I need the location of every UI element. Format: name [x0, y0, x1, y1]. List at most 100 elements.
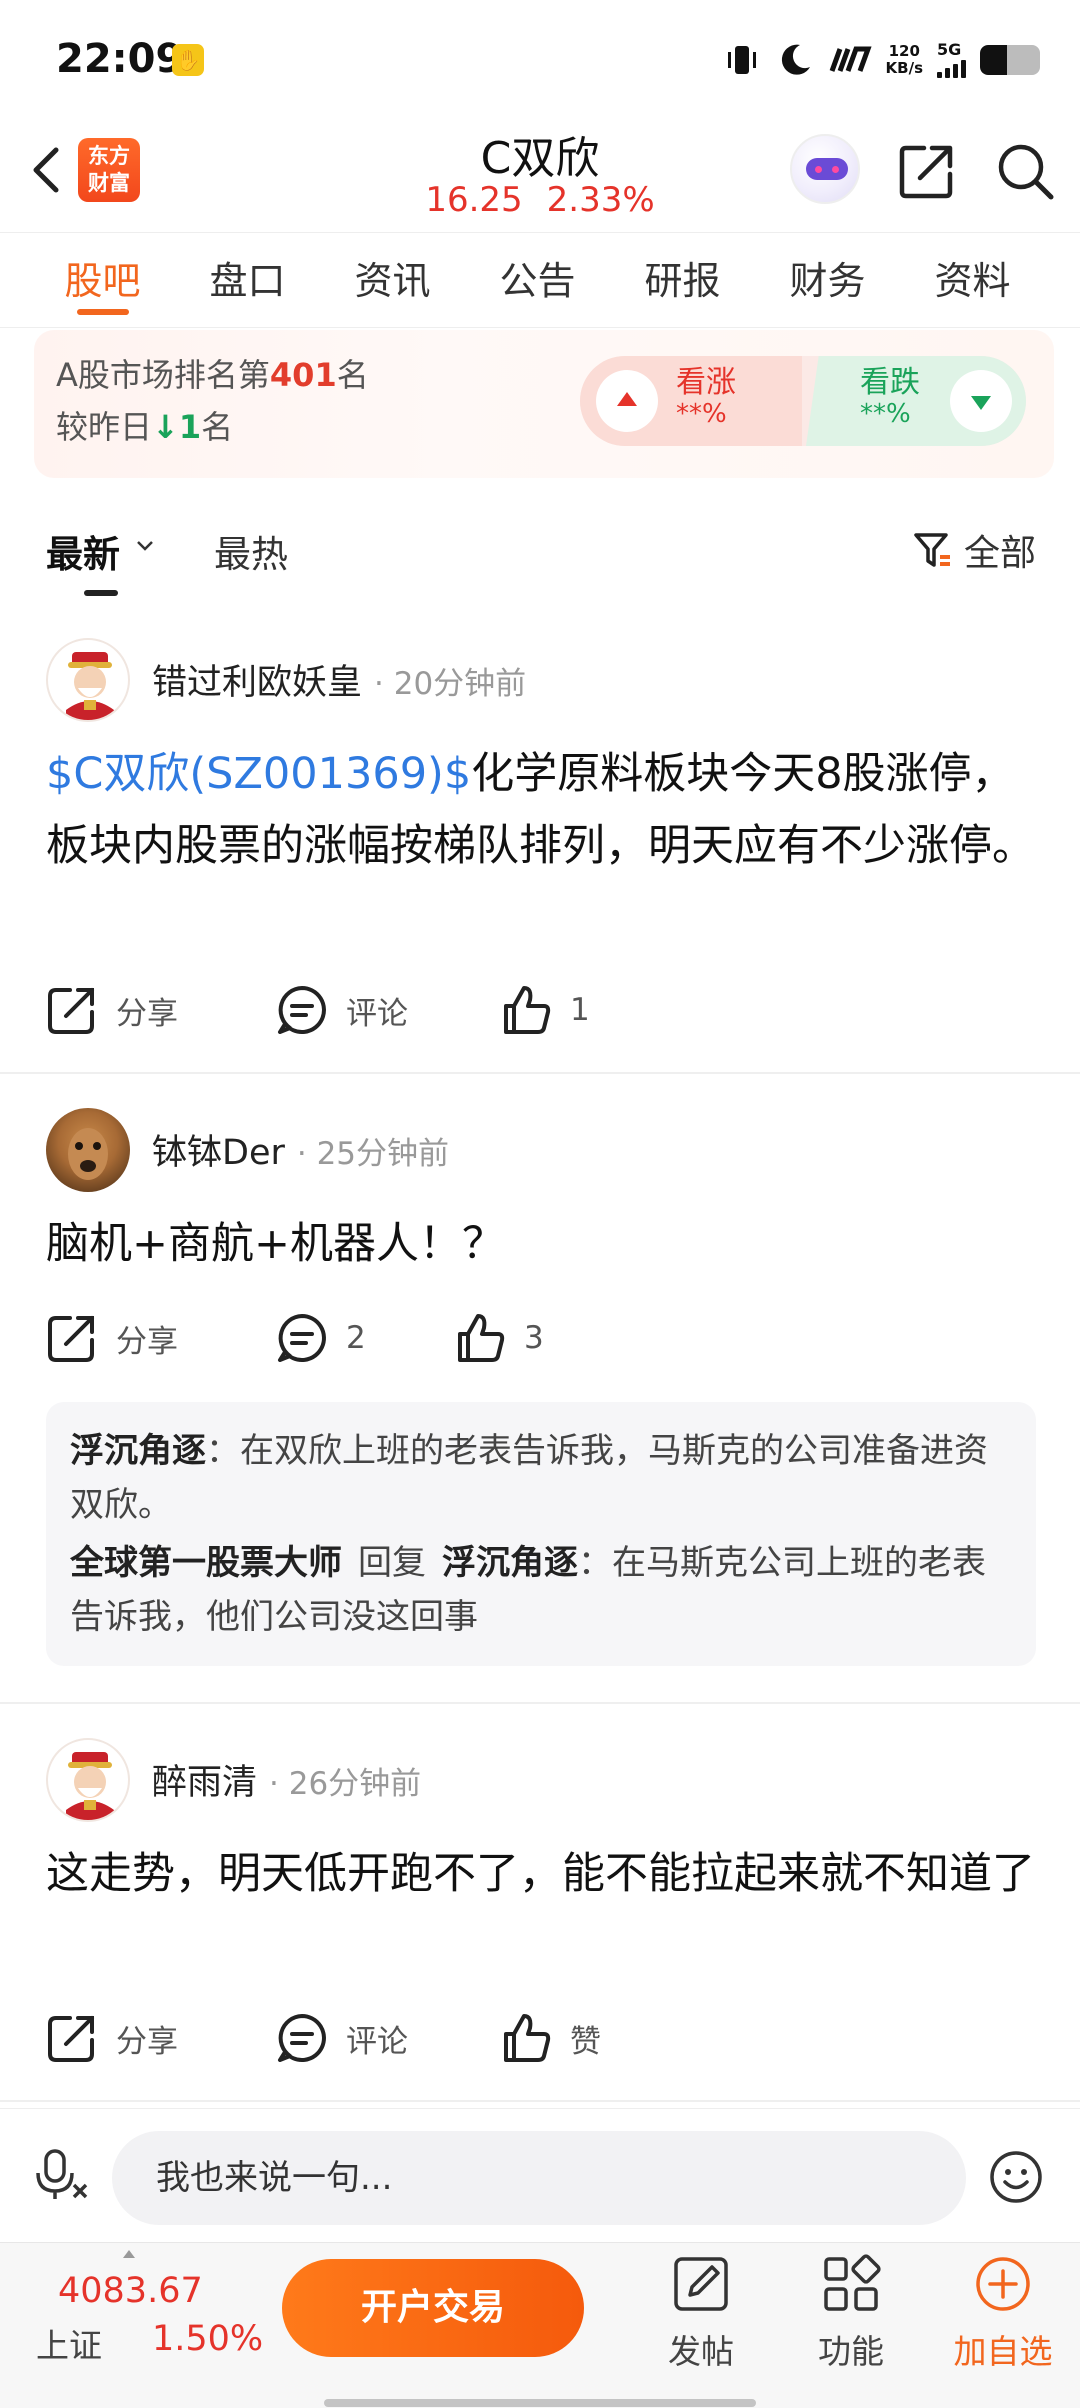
like-button[interactable]: 1 [500, 980, 590, 1040]
post-content[interactable]: 脑机+商航+机器人！？ [46, 1208, 1036, 1280]
tab-pankou[interactable]: 盘口 [175, 233, 320, 327]
home-indicator[interactable] [324, 2399, 756, 2407]
like-icon [504, 2014, 551, 2062]
comment-button[interactable]: 评论 [276, 980, 408, 1040]
index-change[interactable]: 1.50% [152, 2319, 263, 2359]
down-triangle-icon [971, 396, 991, 410]
post-time: · 25分钟前 [296, 1136, 450, 1172]
post-author[interactable]: 钵钵Der · 25分钟前 [152, 1124, 449, 1175]
comment-icon [278, 2014, 326, 2062]
chevron-down-icon[interactable] [136, 540, 154, 552]
search-icon[interactable] [994, 140, 1056, 202]
rank-suffix: 名 [336, 356, 369, 394]
stock-tabs: 股吧 盘口 资讯 公告 研报 财务 资料 [0, 232, 1080, 328]
dog-avatar-icon [68, 1128, 108, 1180]
battery-icon [980, 45, 1040, 75]
post-content[interactable]: $C双欣(SZ001369)$化学原料板块今天8股涨停，板块内股票的涨幅按梯队排… [46, 738, 1036, 882]
functions-button[interactable]: 功能 [786, 2253, 916, 2373]
sort-latest[interactable]: 最新 [46, 524, 120, 578]
bull-text: 看涨 **% [676, 366, 736, 429]
filter-all-button[interactable]: 全部 [912, 524, 1036, 576]
sort-indicator [84, 590, 118, 596]
sort-hot[interactable]: 最热 [214, 524, 288, 578]
tab-announcements[interactable]: 公告 [465, 233, 610, 327]
comment-button[interactable]: 2 [276, 1308, 366, 1368]
app-logo[interactable]: 东方 财富 [78, 138, 140, 202]
avatar[interactable] [46, 1738, 130, 1822]
emoji-icon[interactable] [988, 2149, 1044, 2205]
share-button[interactable]: 分享 [46, 2008, 178, 2068]
hd-icon [829, 46, 872, 72]
add-watchlist-button[interactable]: 加自选 [938, 2253, 1068, 2373]
share-icon[interactable] [898, 142, 956, 200]
tab-guba[interactable]: 股吧 [30, 233, 175, 327]
rank-prefix: A股市场排名第 [56, 356, 270, 394]
vibrate-icon [727, 46, 756, 74]
share-button[interactable]: 分享 [46, 980, 178, 1040]
stock-header: 东方 财富 C双欣 16.25 2.33% [0, 120, 1080, 232]
post-time: · 26分钟前 [269, 1766, 422, 1802]
bear-label: 看跌 [860, 365, 920, 400]
vote-up-button[interactable] [596, 370, 658, 432]
author-name: 错过利欧妖皇 [152, 663, 363, 703]
functions-label: 功能 [818, 2332, 884, 2371]
sentiment-vote: 看涨 **% 看跌 **% [580, 356, 1026, 446]
vote-down-button[interactable] [950, 370, 1012, 432]
avatar[interactable] [46, 1108, 130, 1192]
reply-author[interactable]: 浮沉角逐 [70, 1431, 206, 1471]
signal-bars-icon [937, 58, 966, 78]
like-icon [458, 1314, 505, 1362]
index-name[interactable]: 上证 [36, 2319, 102, 2367]
grid-icon [824, 2254, 881, 2311]
rank-banner[interactable]: A股市场排名第401名 较昨日↓1名 看涨 **% 看跌 **% [34, 330, 1054, 478]
reply-target[interactable]: 浮沉角逐 [442, 1543, 578, 1583]
post-author[interactable]: 醉雨清 · 26分钟前 [152, 1754, 421, 1805]
tab-profile[interactable]: 资料 [900, 233, 1045, 327]
tab-finance[interactable]: 财务 [755, 233, 900, 327]
signal: 5G [937, 42, 966, 78]
net-speed: 120 KB/s [886, 43, 923, 77]
tab-label: 股吧 [64, 259, 141, 303]
filter-icon [914, 533, 950, 567]
logo-text-2: 财富 [88, 171, 130, 195]
comment-icon [278, 986, 326, 1034]
comment-count: 2 [346, 1320, 366, 1356]
fortune-god-avatar-icon [66, 1752, 114, 1820]
rank-change-prefix: 较昨日 [56, 408, 153, 446]
stock-cashtag-link[interactable]: $C双欣(SZ001369)$ [46, 749, 471, 799]
post-divider [0, 1702, 1080, 1704]
share-icon [48, 2016, 94, 2062]
net-speed-value: 120 [888, 42, 920, 60]
comment-label: 评论 [346, 2023, 408, 2060]
author-name: 钵钵Der [152, 1133, 285, 1173]
status-time: 22:09 [56, 36, 184, 82]
share-button[interactable]: 分享 [46, 1308, 178, 1368]
reply-preview[interactable]: 浮沉角逐：在双欣上班的老表告诉我，马斯克的公司准备进资双欣。 全球第一股票大师回… [46, 1402, 1036, 1666]
author-name: 醉雨清 [152, 1763, 258, 1803]
expand-up-icon[interactable] [122, 2249, 136, 2259]
avatar[interactable] [46, 638, 130, 722]
like-button[interactable]: 赞 [500, 2008, 601, 2068]
share-icon [48, 988, 94, 1034]
back-icon[interactable] [22, 140, 72, 200]
rank-number: 401 [269, 356, 337, 394]
sort-filter-bar: 最新 最热 全部 [0, 510, 1080, 600]
post-label: 发帖 [668, 2332, 734, 2371]
edit-icon [674, 2257, 728, 2311]
robot-icon[interactable] [790, 134, 860, 204]
post-author[interactable]: 错过利欧妖皇 · 20分钟前 [152, 654, 526, 705]
comment-input[interactable]: 我也来说一句... [112, 2131, 966, 2225]
tab-news[interactable]: 资讯 [320, 233, 465, 327]
comment-button[interactable]: 评论 [276, 2008, 408, 2068]
tab-research[interactable]: 研报 [610, 233, 755, 327]
reply-author[interactable]: 全球第一股票大师 [70, 1543, 342, 1583]
comment-label: 评论 [346, 995, 408, 1032]
index-value[interactable]: 4083.67 [58, 2271, 203, 2311]
post-content[interactable]: 这走势，明天低开跑不了，能不能拉起来就不知道了 [46, 1838, 1036, 1910]
like-button[interactable]: 3 [454, 1308, 544, 1368]
open-account-button[interactable]: 开户交易 [282, 2259, 584, 2357]
voice-input-icon[interactable] [34, 2147, 90, 2203]
comment-bar: 我也来说一句... [0, 2108, 1080, 2242]
post-button[interactable]: 发帖 [636, 2253, 766, 2373]
post-time: · 20分钟前 [374, 666, 527, 702]
